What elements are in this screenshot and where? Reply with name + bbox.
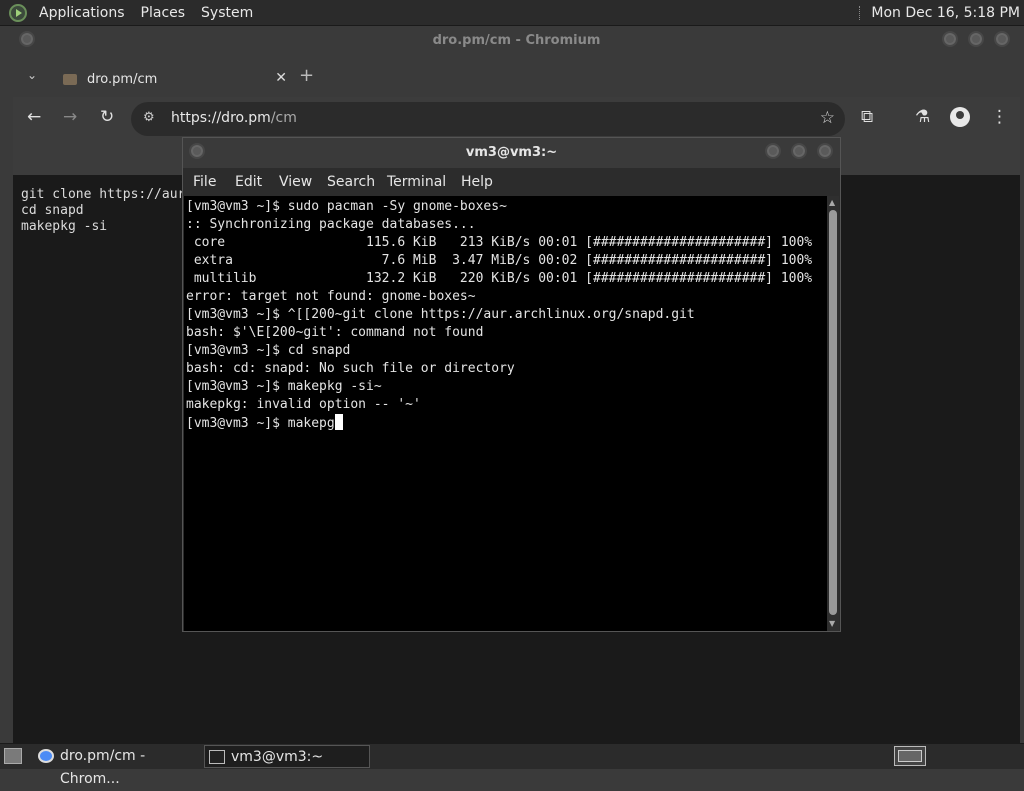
terminal-prompt-line[interactable]: [vm3@vm3 ~]$ makepg xyxy=(186,414,343,433)
terminal-titlebar[interactable]: vm3@vm3:~ xyxy=(183,138,840,168)
menu-edit[interactable]: Edit xyxy=(235,174,262,190)
task-label: vm3@vm3:~ xyxy=(231,749,324,765)
show-desktop-icon[interactable] xyxy=(4,748,22,764)
address-bar[interactable]: ⚙ https://dro.pm/cm ☆ xyxy=(131,102,845,136)
chromium-titlebar[interactable]: dro.pm/cm - Chromium xyxy=(13,26,1020,56)
terminal-line: error: target not found: gnome-boxes~ xyxy=(186,289,476,304)
tab-search-icon[interactable]: ⌄ xyxy=(27,68,37,82)
terminal-line: bash: cd: snapd: No such file or directo… xyxy=(186,361,515,376)
page-line: cd snapd xyxy=(21,203,84,218)
window-menu-button[interactable] xyxy=(19,31,35,47)
minimize-button[interactable] xyxy=(942,31,958,47)
menu-help[interactable]: Help xyxy=(461,174,493,190)
places-menu[interactable]: Places xyxy=(133,5,194,21)
minimize-button[interactable] xyxy=(765,143,781,159)
bottom-panel: dro.pm/cm - Chrom... vm3@vm3:~ xyxy=(0,743,1024,787)
tab-title: dro.pm/cm xyxy=(87,72,158,87)
taskbar-item-chromium[interactable]: dro.pm/cm - Chrom... xyxy=(34,745,202,787)
text-cursor xyxy=(334,414,343,430)
workspace-switcher[interactable] xyxy=(894,746,926,766)
browser-toolbar: ← → ↻ ⚙ https://dro.pm/cm ☆ ⧉ ⚗ ⋮ xyxy=(13,97,1020,141)
menu-icon[interactable]: ⋮ xyxy=(991,107,1008,127)
terminal-menubar: File Edit View Search Terminal Help xyxy=(183,168,840,196)
chromium-window-title: dro.pm/cm - Chromium xyxy=(432,33,601,48)
page-line: makepkg -si xyxy=(21,219,108,234)
extensions-icon[interactable]: ⧉ xyxy=(861,107,873,127)
terminal-output[interactable]: [vm3@vm3 ~]$ sudo pacman -Sy gnome-boxes… xyxy=(184,196,827,631)
folder-favicon-icon xyxy=(63,74,77,85)
terminal-line: extra 7.6 MiB 3.47 MiB/s 00:02 [########… xyxy=(186,253,813,268)
reload-icon[interactable]: ↻ xyxy=(100,107,114,127)
scrollbar-thumb[interactable] xyxy=(829,210,837,615)
terminal-window-title: vm3@vm3:~ xyxy=(465,145,558,160)
terminal-line: multilib 132.2 KiB 220 KiB/s 00:01 [####… xyxy=(186,271,813,286)
url-text[interactable]: https://dro.pm/cm xyxy=(171,110,297,126)
terminal-window: vm3@vm3:~ File Edit View Search Terminal… xyxy=(182,137,841,632)
clock[interactable]: Mon Dec 16, 5:18 PM xyxy=(871,5,1024,21)
scroll-up-icon[interactable]: ▲ xyxy=(829,198,835,207)
terminal-line: makepkg: invalid option -- '~' xyxy=(186,397,421,412)
distro-logo-icon[interactable] xyxy=(9,3,27,22)
terminal-line: core 115.6 KiB 213 KiB/s 00:01 [########… xyxy=(186,235,813,250)
maximize-button[interactable] xyxy=(968,31,984,47)
labs-icon[interactable]: ⚗ xyxy=(915,107,930,127)
new-tab-button[interactable]: + xyxy=(299,65,314,86)
profile-icon[interactable] xyxy=(950,107,970,127)
terminal-scrollbar[interactable]: ▲ ▼ xyxy=(827,196,839,631)
site-settings-icon[interactable]: ⚙ xyxy=(143,110,155,125)
back-icon[interactable]: ← xyxy=(27,107,41,127)
terminal-line: bash: $'\E[200~git': command not found xyxy=(186,325,484,340)
menu-search[interactable]: Search xyxy=(327,174,375,190)
menu-file[interactable]: File xyxy=(193,174,216,190)
menu-view[interactable]: View xyxy=(279,174,312,190)
tab-strip: ⌄ dro.pm/cm ✕ + xyxy=(13,56,1020,98)
tab-close-icon[interactable]: ✕ xyxy=(275,70,287,86)
terminal-icon xyxy=(209,750,225,764)
terminal-line: [vm3@vm3 ~]$ makepkg -si~ xyxy=(186,379,382,394)
window-menu-button[interactable] xyxy=(189,143,205,159)
taskbar-item-terminal[interactable]: vm3@vm3:~ xyxy=(204,745,370,768)
terminal-line: [vm3@vm3 ~]$ sudo pacman -Sy gnome-boxes… xyxy=(186,199,507,214)
terminal-line: [vm3@vm3 ~]$ cd snapd xyxy=(186,343,351,358)
forward-icon[interactable]: → xyxy=(63,107,77,127)
terminal-line: :: Synchronizing package databases... xyxy=(186,217,476,232)
menu-terminal[interactable]: Terminal xyxy=(387,174,446,190)
task-label: dro.pm/cm - Chrom... xyxy=(60,748,146,787)
chromium-icon xyxy=(38,749,54,763)
applications-menu[interactable]: Applications xyxy=(31,5,133,21)
bookmark-star-icon[interactable]: ☆ xyxy=(820,108,835,128)
page-line: git clone https://aur xyxy=(21,187,186,202)
top-panel: Applications Places System Mon Dec 16, 5… xyxy=(0,0,1024,26)
close-window-button[interactable] xyxy=(817,143,833,159)
terminal-line: [vm3@vm3 ~]$ ^[[200~git clone https://au… xyxy=(186,307,695,322)
close-window-button[interactable] xyxy=(994,31,1010,47)
maximize-button[interactable] xyxy=(791,143,807,159)
panel-grip-handle[interactable] xyxy=(859,5,863,20)
scroll-down-icon[interactable]: ▼ xyxy=(829,619,835,628)
terminal-current-input: [vm3@vm3 ~]$ makepg xyxy=(186,416,335,431)
system-menu[interactable]: System xyxy=(193,5,261,21)
tab-dro-pm[interactable]: dro.pm/cm ✕ xyxy=(51,62,287,98)
